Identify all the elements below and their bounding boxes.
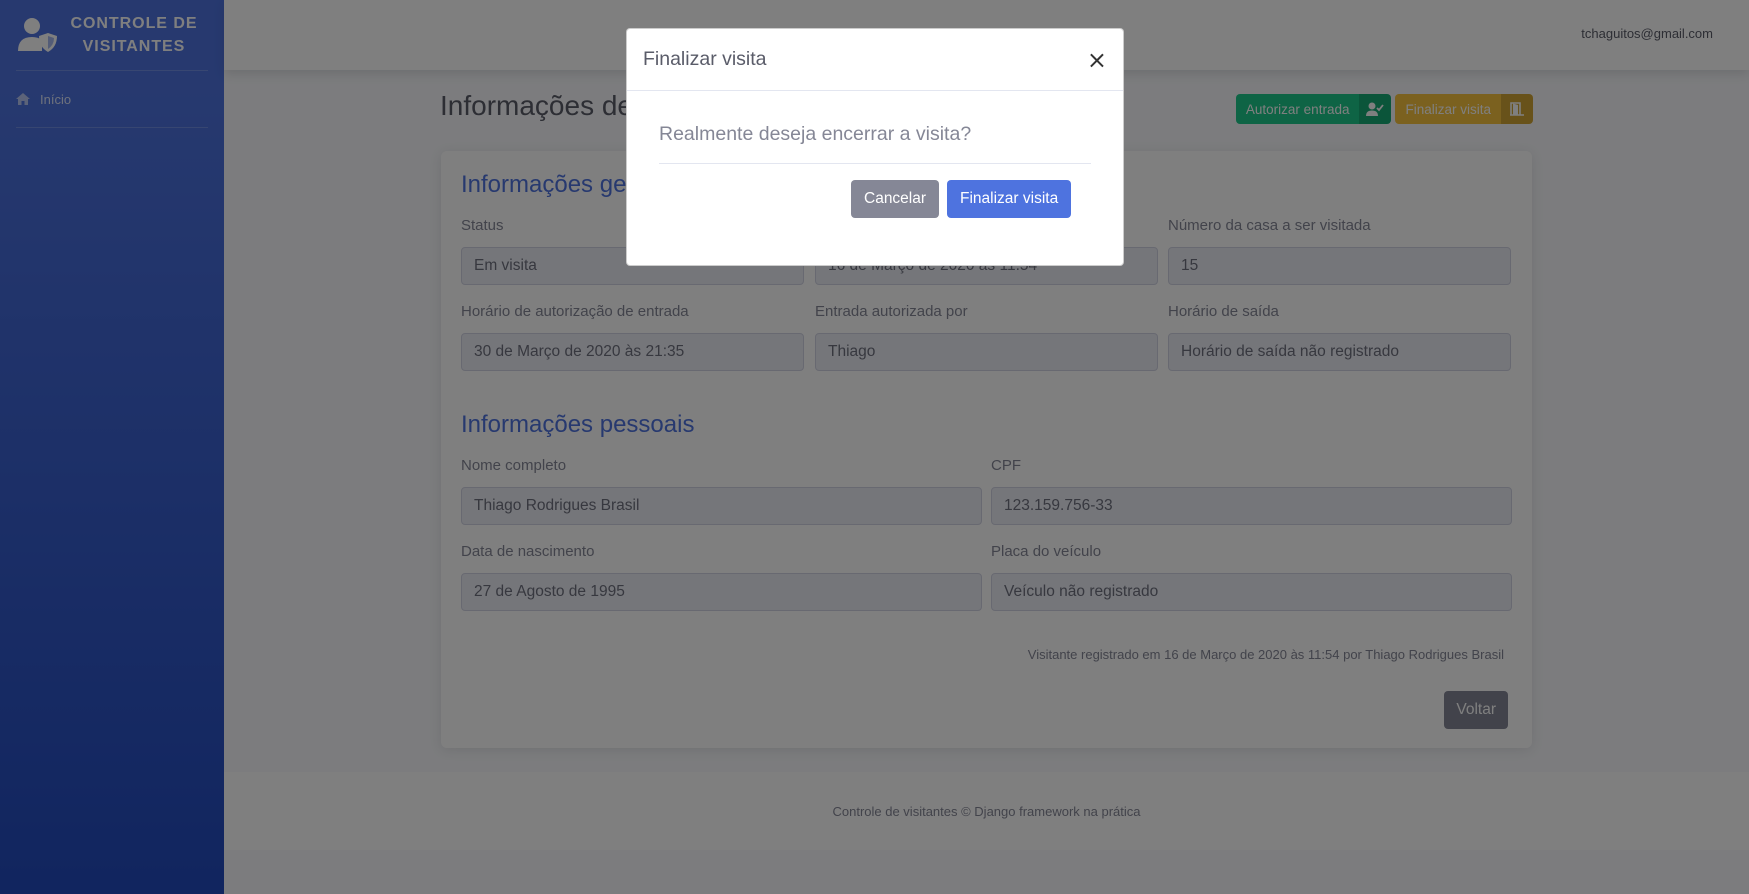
modal-divider — [659, 163, 1091, 164]
modal-title: Finalizar visita — [643, 48, 767, 70]
modal-question: Realmente deseja encerrar a visita? — [659, 123, 972, 145]
finish-visit-modal: Finalizar visita × Realmente deseja ence… — [626, 28, 1124, 266]
cancel-button[interactable]: Cancelar — [851, 180, 940, 218]
close-icon[interactable]: × — [1087, 48, 1107, 72]
modal-header: Finalizar visita × — [627, 29, 1123, 91]
confirm-finish-visit-button[interactable]: Finalizar visita — [947, 180, 1072, 218]
